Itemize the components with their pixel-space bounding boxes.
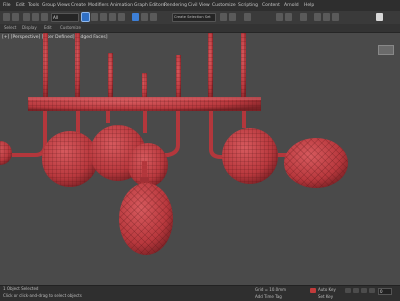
angle-snap-icon[interactable]	[141, 13, 148, 21]
hanging-rods	[43, 33, 246, 100]
menu-arnold[interactable]: Arnold	[284, 1, 299, 10]
menu-file[interactable]: File	[3, 1, 11, 10]
scale-icon[interactable]	[118, 13, 125, 21]
menu-group[interactable]: Group	[42, 1, 56, 10]
selection-set-field[interactable]: Create Selection Set	[172, 13, 216, 22]
ribbon-tab-customize[interactable]: Customize	[60, 24, 81, 32]
selection-filter-value: All	[53, 15, 58, 20]
percent-snap-icon[interactable]	[150, 13, 157, 21]
frame-value: 0	[380, 289, 383, 294]
layer-icon[interactable]	[244, 13, 251, 21]
globe-4	[222, 128, 278, 184]
mesh-scene[interactable]	[0, 33, 400, 285]
main-toolbar: All Create Selection Set	[0, 11, 400, 25]
previous-frame-icon[interactable]	[353, 288, 359, 293]
menu-customize[interactable]: Customize	[212, 1, 236, 10]
go-to-start-icon[interactable]	[345, 288, 351, 293]
mirror-icon[interactable]	[220, 13, 227, 21]
globe-left-edge	[0, 141, 12, 165]
ribbon-tab-select[interactable]: Select	[4, 24, 16, 32]
align-icon[interactable]	[229, 13, 236, 21]
undo-icon[interactable]	[3, 13, 10, 21]
menu-help[interactable]: Help	[304, 1, 314, 10]
horizontal-bar	[28, 97, 261, 111]
menu-tools[interactable]: Tools	[28, 1, 39, 10]
schematic-icon[interactable]	[285, 13, 292, 21]
frame-field[interactable]: 0	[378, 288, 392, 295]
play-icon[interactable]	[361, 288, 367, 293]
prompt-text: Click or click-and-drag to select object…	[3, 293, 82, 298]
bind-icon[interactable]	[41, 13, 48, 21]
menu-animation[interactable]: Animation	[110, 1, 133, 10]
menu-scripting[interactable]: Scripting	[238, 1, 258, 10]
material-editor-icon[interactable]	[300, 13, 307, 21]
menu-rendering[interactable]: Rendering	[164, 1, 187, 10]
render-setup-icon[interactable]	[314, 13, 321, 21]
menu-edit[interactable]: Edit	[16, 1, 25, 10]
add-time-tag-button[interactable]: Add Time Tag	[255, 294, 282, 300]
grid-text: Grid = 10.0mm	[255, 287, 286, 292]
globe-1	[42, 131, 98, 187]
ribbon-tab-edit[interactable]: Edit	[44, 24, 52, 32]
render-icon[interactable]	[332, 13, 339, 21]
selection-filter-dropdown[interactable]: All	[51, 13, 79, 22]
menu-content[interactable]: Content	[262, 1, 280, 10]
rotate-icon[interactable]	[109, 13, 116, 21]
move-icon[interactable]	[100, 13, 107, 21]
menu-views[interactable]: Views	[57, 1, 70, 10]
menu-civil-view[interactable]: Civil View	[188, 1, 210, 10]
menu-bar: File Edit Tools Group Views Create Modif…	[0, 0, 400, 11]
auto-key-icon[interactable]	[310, 288, 316, 293]
ribbon-bar: Select Display Edit Customize	[0, 24, 400, 33]
snap-icon[interactable]	[132, 13, 139, 21]
render-frame-icon[interactable]	[323, 13, 330, 21]
next-frame-icon[interactable]	[369, 288, 375, 293]
perspective-viewport[interactable]: [+] [Perspective] [User Defined] [Edged …	[0, 33, 400, 285]
menu-graph-editors[interactable]: Graph Editors	[134, 1, 165, 10]
workspace-icon[interactable]	[376, 13, 383, 21]
status-bar: 1 Object Selected Click or click-and-dra…	[0, 285, 400, 301]
curve-editor-icon[interactable]	[276, 13, 283, 21]
set-key-button[interactable]: Set Key	[318, 294, 333, 300]
select-icon[interactable]	[81, 12, 90, 22]
unlink-icon[interactable]	[32, 13, 39, 21]
ribbon-tab-display[interactable]: Display	[22, 24, 37, 32]
menu-modifiers[interactable]: Modifiers	[88, 1, 109, 10]
redo-icon[interactable]	[12, 13, 19, 21]
selection-set-value: Create Selection Set	[174, 15, 211, 19]
auto-key-button[interactable]: Auto Key	[318, 287, 336, 293]
select-by-name-icon[interactable]	[91, 13, 98, 21]
link-icon[interactable]	[23, 13, 30, 21]
oval-shade-right	[284, 138, 348, 188]
object-count-text: 1 Object Selected	[3, 286, 39, 291]
menu-create[interactable]: Create	[71, 1, 86, 10]
